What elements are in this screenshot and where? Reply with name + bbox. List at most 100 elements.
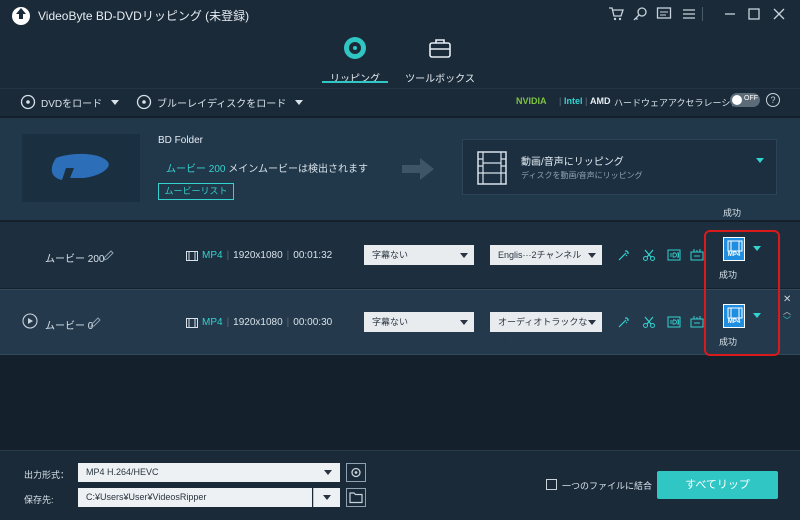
minimize-icon[interactable] (722, 6, 738, 22)
row-2-meta: MP4 | 1920x1080 | 00:00:30 (186, 317, 332, 328)
bluray-icon (136, 94, 152, 110)
separator: | (286, 250, 290, 261)
load-bluray-label: ブルーレイディスクをロード (157, 98, 287, 110)
row-1-format: MP4 (202, 250, 223, 261)
chevron-down-icon (588, 253, 596, 258)
load-dvd-label: DVDをロード (41, 98, 103, 110)
tab-ripping[interactable]: リッピング (310, 32, 400, 85)
separator: | (226, 250, 230, 261)
chevron-down-icon (295, 99, 304, 105)
bluray-logo-icon (51, 153, 109, 186)
hw-sep: | (559, 96, 562, 106)
hw-sep: | (585, 96, 588, 106)
scissors-icon[interactable] (642, 315, 656, 329)
load-dvd-button[interactable]: DVDをロード (20, 94, 120, 110)
magic-wand-icon[interactable] (617, 315, 631, 329)
help-icon[interactable]: ? (766, 93, 780, 107)
merge-checkbox[interactable] (546, 479, 557, 490)
app-logo-icon (12, 7, 30, 25)
id3-icon[interactable] (667, 248, 681, 262)
row-2-duration: 00:00:30 (293, 317, 333, 328)
row-1-subtitle-select[interactable]: 字幕ない (364, 245, 474, 265)
tab-toolbox[interactable]: ツールボックス (395, 32, 485, 85)
remove-icon[interactable]: ✕ (783, 294, 791, 305)
separator: | (286, 317, 290, 328)
maximize-icon[interactable] (746, 6, 762, 22)
close-icon[interactable] (771, 6, 787, 22)
chevron-down-icon[interactable]: ﹀ (783, 315, 791, 326)
chevron-down-icon (460, 253, 468, 258)
rip-all-button[interactable]: すべてリップ (657, 471, 778, 499)
folder-icon (349, 492, 363, 504)
gear-icon (351, 467, 361, 478)
key-icon[interactable] (632, 6, 648, 22)
active-tab-indicator (322, 81, 388, 83)
merge-label: 一つのファイルに結合 (562, 481, 653, 491)
toolbox-icon (429, 39, 451, 58)
row-2-audio-select[interactable]: オーディオトラックない (490, 312, 602, 347)
row-2-resolution: 1920x1080 (233, 317, 283, 328)
row-1-audio-select[interactable]: Englis···2チャンネル (490, 245, 602, 265)
output-format-label: 出力形式： (24, 470, 70, 480)
row-1-resolution: 1920x1080 (233, 250, 283, 261)
feedback-icon[interactable] (656, 6, 672, 22)
chevron-down-icon (111, 99, 120, 105)
scissors-icon[interactable] (642, 248, 656, 262)
chevron-down-icon (323, 495, 331, 500)
source-name: BD Folder (158, 135, 204, 146)
compress-icon[interactable] (690, 315, 704, 329)
status-top-label: 成功 (723, 208, 742, 218)
dvd-icon (20, 94, 36, 110)
output-mode-selector[interactable]: 動画/音声にリッピング ディスクを動画/音声にリッピング (462, 139, 777, 195)
edit-pencil-icon[interactable] (103, 250, 114, 261)
chevron-down-icon (588, 320, 596, 325)
row-2-format: MP4 (202, 317, 223, 328)
toggle-knob (732, 95, 742, 105)
row-2-subtitle-select[interactable]: 字幕ない (364, 312, 474, 332)
movie-list-button[interactable]: ムービーリスト (158, 183, 234, 200)
film-icon (477, 151, 507, 185)
chevron-down-icon (324, 470, 332, 475)
format-settings-button[interactable] (346, 463, 366, 482)
output-mode-subtitle: ディスクを動画/音声にリッピング (521, 171, 643, 180)
app-title: VideoByte BD-DVDリッピング (未登録) (38, 9, 250, 23)
highlight-annotation (704, 230, 780, 356)
save-path-field[interactable]: C:¥Users¥User¥VideosRipper (78, 488, 312, 507)
row-1-title: ムービー 200 (45, 254, 105, 265)
intel-label: Intel (564, 96, 583, 106)
output-mode-title: 動画/音声にリッピング (521, 157, 624, 168)
magic-wand-icon[interactable] (617, 248, 631, 262)
output-format-select[interactable]: MP4 H.264/HEVC (78, 463, 340, 482)
cart-icon[interactable] (608, 6, 624, 22)
play-icon[interactable] (22, 313, 38, 329)
save-path-dropdown[interactable] (313, 488, 340, 507)
compress-icon[interactable] (690, 248, 704, 262)
chevron-down-icon (756, 158, 764, 163)
ripping-disc-icon (344, 37, 366, 59)
row-1-meta: MP4 | 1920x1080 | 00:01:32 (186, 250, 332, 261)
menu-icon[interactable] (681, 6, 697, 22)
amd-label: AMD (590, 96, 611, 106)
row-1-subtitle-value: 字幕ない (372, 250, 409, 260)
source-info: ムービー 200 メインムービーは検出されます (166, 160, 368, 175)
row-2-subtitle-value: 字幕ない (372, 317, 409, 327)
hw-accel-label: ハードウェアアクセラレーション (614, 98, 749, 108)
toggle-state: OFF (744, 95, 758, 102)
video-icon (186, 250, 198, 261)
row-2-title: ムービー 0 (45, 321, 94, 332)
edit-pencil-icon[interactable] (90, 317, 101, 328)
tab-toolbox-label: ツールボックス (405, 74, 475, 85)
source-info-text: メインムービーは検出されます (225, 164, 369, 175)
source-movie-count: ムービー 200 (166, 164, 226, 175)
bluray-thumbnail (22, 134, 140, 202)
chevron-down-icon (460, 320, 468, 325)
video-icon (186, 317, 198, 328)
save-path-value: C:¥Users¥User¥VideosRipper (86, 492, 207, 502)
id3-icon[interactable] (667, 315, 681, 329)
save-to-label: 保存先: (24, 495, 54, 505)
separator: | (226, 317, 230, 328)
load-bluray-button[interactable]: ブルーレイディスクをロード (136, 94, 304, 110)
open-folder-button[interactable] (346, 488, 366, 507)
hw-accel-toggle[interactable]: OFF (730, 93, 760, 107)
arrow-right-icon (402, 158, 434, 180)
